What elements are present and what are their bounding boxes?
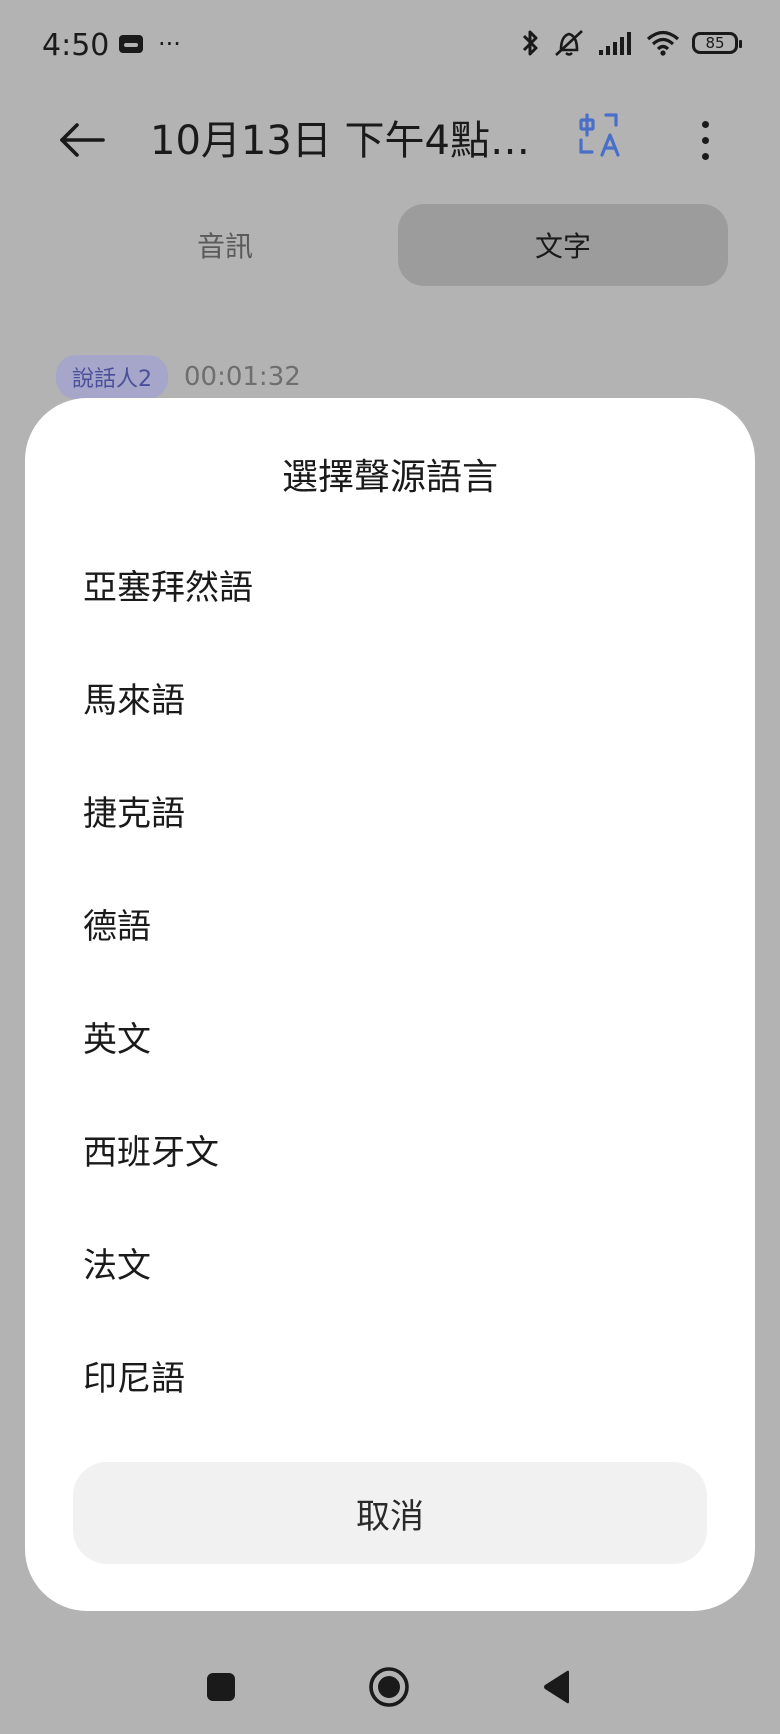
status-bar: 4:50 ··· 85 [0, 0, 780, 90]
translate-icon [579, 113, 620, 157]
transcript-entry-header: 說話人2 00:01:32 [56, 355, 301, 399]
language-option-malay[interactable]: 馬來語 [25, 641, 755, 754]
more-options-button[interactable] [690, 110, 720, 170]
battery-indicator: 85 [692, 32, 742, 54]
tab-text[interactable]: 文字 [398, 204, 728, 286]
page-title: 10月13日 下午4點1… [150, 118, 535, 164]
home-button[interactable] [364, 1662, 414, 1712]
arrow-left-icon [60, 123, 105, 157]
system-back-button[interactable] [532, 1662, 582, 1712]
view-tabs: 音訊 文字 [60, 204, 730, 286]
translate-button[interactable] [578, 112, 628, 162]
back-button[interactable] [52, 110, 112, 170]
more-vertical-icon [701, 120, 709, 128]
speaker-badge[interactable]: 說話人2 [56, 355, 168, 399]
language-option-english[interactable]: 英文 [25, 980, 755, 1093]
bluetooth-icon [522, 30, 538, 56]
language-list: 亞塞拜然語 馬來語 捷克語 德語 英文 西班牙文 法文 印尼語 [25, 528, 755, 1432]
source-language-sheet: 選擇聲源語言 亞塞拜然語 馬來語 捷克語 德語 英文 西班牙文 法文 印尼語 取… [25, 398, 755, 1611]
circle-icon [369, 1667, 409, 1707]
status-time: 4:50 [42, 28, 110, 63]
language-option-spanish[interactable]: 西班牙文 [25, 1093, 755, 1206]
language-option-indonesian[interactable]: 印尼語 [25, 1319, 755, 1432]
language-option-azerbaijani[interactable]: 亞塞拜然語 [25, 528, 755, 641]
recents-button[interactable] [196, 1662, 246, 1712]
square-icon [207, 1673, 235, 1701]
system-nav-bar [0, 1640, 780, 1734]
bell-off-icon [555, 30, 583, 56]
battery-level: 85 [705, 34, 725, 52]
speaker-timestamp: 00:01:32 [184, 362, 301, 392]
more-notifications-indicator: ··· [158, 30, 181, 58]
cast-icon [119, 35, 143, 53]
language-option-french[interactable]: 法文 [25, 1206, 755, 1319]
language-option-czech[interactable]: 捷克語 [25, 754, 755, 867]
sheet-title: 選擇聲源語言 [281, 457, 498, 498]
tab-audio[interactable]: 音訊 [60, 204, 390, 286]
cancel-button[interactable]: 取消 [73, 1462, 707, 1564]
language-option-german[interactable]: 德語 [25, 867, 755, 980]
signal-icon [599, 32, 631, 55]
wifi-icon [646, 30, 680, 56]
triangle-back-icon [544, 1670, 569, 1704]
